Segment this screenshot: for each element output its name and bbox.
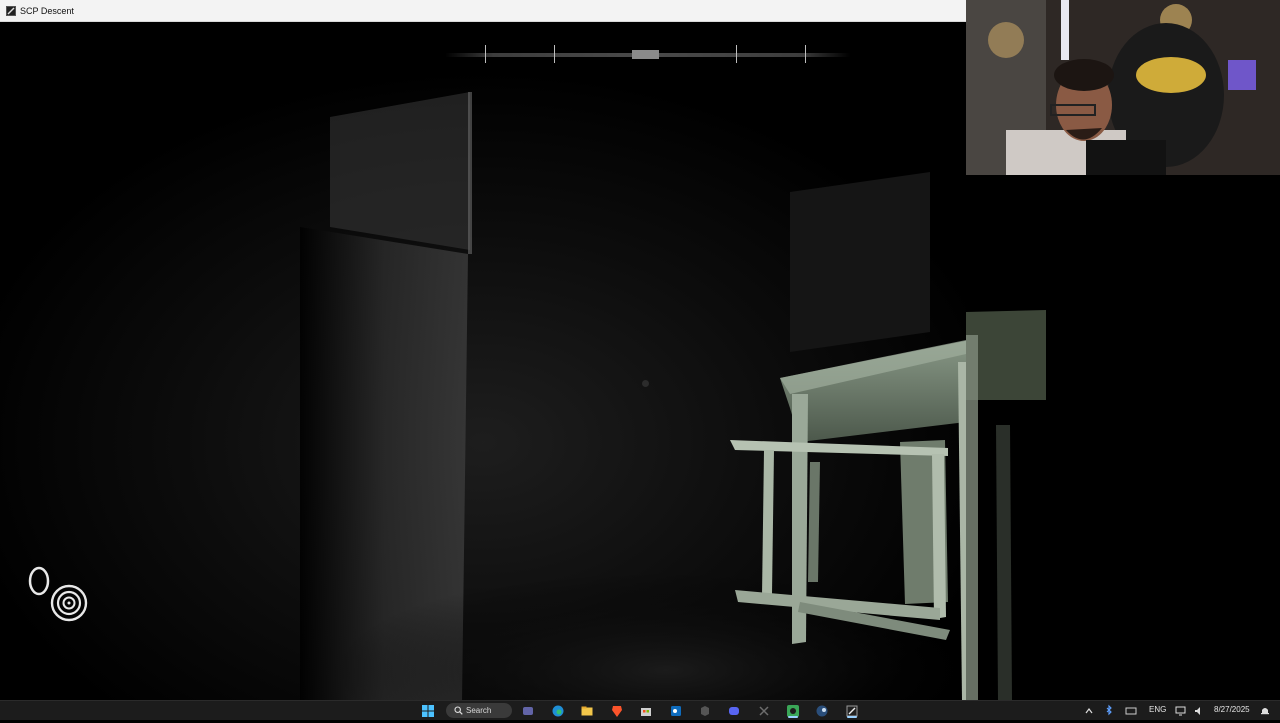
game-viewport[interactable]	[0, 22, 966, 700]
windows-taskbar: Search ENG 8/27/2025	[0, 700, 1280, 720]
game-viewport-right	[966, 175, 1280, 700]
status-indicators	[24, 562, 94, 630]
volume-icon[interactable]	[1192, 704, 1206, 718]
game-icon[interactable]	[845, 704, 859, 718]
store-icon[interactable]	[639, 704, 653, 718]
crosshair	[642, 380, 649, 387]
scene-render	[0, 22, 966, 700]
window-title: SCP Descent	[20, 5, 74, 16]
compass-marker	[632, 50, 659, 59]
notification-icon[interactable]	[1258, 704, 1272, 718]
compass-tick	[554, 45, 555, 63]
stamina-icon	[28, 566, 50, 596]
webcam-overlay	[966, 0, 1280, 175]
bluetooth-icon[interactable]	[1102, 704, 1116, 718]
outlook-icon[interactable]	[669, 704, 683, 718]
obs-icon[interactable]	[786, 704, 800, 718]
streamer-camera	[966, 0, 1280, 175]
brave-icon[interactable]	[610, 704, 624, 718]
compass-tick	[736, 45, 737, 63]
file-explorer-icon[interactable]	[580, 704, 594, 718]
taskbar-search[interactable]: Search	[446, 703, 512, 718]
teams-icon[interactable]	[521, 704, 535, 718]
sanity-spiral-icon	[50, 584, 88, 622]
start-icon[interactable]	[421, 704, 435, 718]
chevron-up-icon[interactable]	[1082, 704, 1096, 718]
clock-date[interactable]: 8/27/2025	[1214, 705, 1250, 714]
app-icon	[6, 5, 16, 16]
capture-icon[interactable]	[757, 704, 771, 718]
compass-tick	[485, 45, 486, 63]
keyboard-icon[interactable]	[1124, 704, 1138, 718]
network-icon[interactable]	[1174, 704, 1188, 718]
steam-icon[interactable]	[815, 704, 829, 718]
compass-tick	[805, 45, 806, 63]
game-window-titlebar[interactable]: SCP Descent	[0, 0, 966, 22]
compass-bar	[445, 45, 850, 65]
language-indicator[interactable]: ENG	[1149, 705, 1166, 714]
app-icon[interactable]	[698, 704, 712, 718]
search-label: Search	[466, 706, 492, 715]
discord-icon[interactable]	[727, 704, 741, 718]
search-icon	[454, 702, 463, 720]
edge-icon[interactable]	[551, 704, 565, 718]
